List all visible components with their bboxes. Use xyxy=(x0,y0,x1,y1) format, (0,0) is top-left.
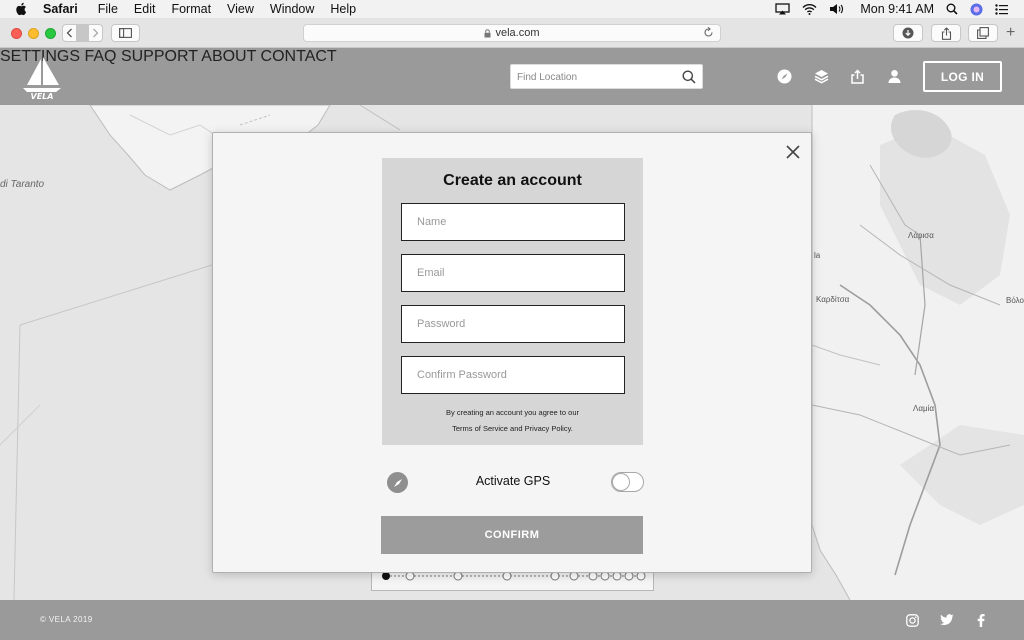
menu-view[interactable]: View xyxy=(227,2,254,16)
name-input[interactable] xyxy=(402,204,624,240)
menu-format[interactable]: Format xyxy=(171,2,211,16)
spotlight-icon[interactable] xyxy=(946,3,958,15)
menubar-app-name[interactable]: Safari xyxy=(43,2,78,16)
gps-toggle-knob xyxy=(612,473,630,491)
name-field xyxy=(401,203,625,241)
map-label-lamia: Λαμία xyxy=(913,404,934,413)
tabs-icon xyxy=(977,27,989,39)
wifi-icon[interactable] xyxy=(802,3,817,15)
download-icon xyxy=(902,27,914,39)
modal-title: Create an account xyxy=(443,172,582,189)
back-button[interactable] xyxy=(63,28,76,38)
safari-toolbar: vela.com + xyxy=(0,18,1024,48)
login-button[interactable]: LOG IN xyxy=(923,61,1002,92)
site-footer: © VELA 2019 xyxy=(0,600,1024,640)
copyright-text: © VELA 2019 xyxy=(40,615,93,624)
email-input[interactable] xyxy=(402,255,624,291)
compass-icon[interactable] xyxy=(776,68,792,84)
map-label-larisa: Λάρισα xyxy=(908,231,934,240)
menu-edit[interactable]: Edit xyxy=(134,2,156,16)
map-label-karditsa: Καρδίτσα xyxy=(816,295,850,304)
window-close-button[interactable] xyxy=(11,28,22,39)
window-minimize-button[interactable] xyxy=(28,28,39,39)
map-label-taranto: di Taranto xyxy=(0,179,45,190)
confirm-button[interactable]: CONFIRM xyxy=(381,516,643,554)
gps-compass-icon xyxy=(387,472,408,493)
create-account-modal: Create an account By creating an account… xyxy=(212,132,812,573)
menubar-clock[interactable]: Mon 9:41 AM xyxy=(860,2,934,16)
menu-window[interactable]: Window xyxy=(270,2,314,16)
terms-line-2[interactable]: Terms of Service and Privacy Policy. xyxy=(382,421,643,437)
volume-icon[interactable] xyxy=(829,3,844,15)
password-field xyxy=(401,305,625,343)
browser-share-button[interactable] xyxy=(931,24,961,42)
chevron-right-icon xyxy=(93,28,99,38)
share-icon xyxy=(941,26,951,40)
nav-faq[interactable]: FAQ xyxy=(84,48,116,65)
url-text: vela.com xyxy=(495,27,540,39)
confirm-password-input[interactable] xyxy=(402,357,624,393)
gps-toggle[interactable] xyxy=(611,472,644,492)
map-label-volos: Βόλο xyxy=(1006,296,1024,305)
window-zoom-button[interactable] xyxy=(45,28,56,39)
nav-about[interactable]: ABOUT xyxy=(201,48,256,65)
sidebar-icon xyxy=(119,28,132,38)
close-icon[interactable] xyxy=(784,143,802,161)
forward-button[interactable] xyxy=(89,28,102,38)
menu-file[interactable]: File xyxy=(98,2,118,16)
facebook-icon[interactable] xyxy=(974,613,988,627)
terms-line-1: By creating an account you agree to our xyxy=(445,408,579,417)
share-icon[interactable] xyxy=(849,68,865,84)
back-forward-buttons xyxy=(62,24,103,42)
activate-gps-label: Activate GPS xyxy=(475,474,551,488)
downloads-button[interactable] xyxy=(893,24,923,42)
email-field xyxy=(401,254,625,292)
map-label-la: la xyxy=(814,251,821,260)
new-tab-icon[interactable]: + xyxy=(1006,25,1015,41)
lock-icon xyxy=(484,28,491,38)
search-icon[interactable] xyxy=(682,70,696,89)
tab-overview-button[interactable] xyxy=(968,24,998,42)
menu-help[interactable]: Help xyxy=(330,2,356,16)
macos-menubar: Safari File Edit Format View Window Help… xyxy=(0,0,1024,18)
password-input[interactable] xyxy=(402,306,624,342)
twitter-icon[interactable] xyxy=(940,613,954,627)
nav-contact[interactable]: CONTACT xyxy=(261,48,337,65)
user-icon[interactable] xyxy=(886,68,902,84)
apple-icon[interactable] xyxy=(15,2,29,16)
search-input[interactable] xyxy=(517,69,677,85)
airplay-icon[interactable] xyxy=(775,3,790,15)
site-header: VELA SETTINGS FAQ SUPPORT ABOUT CONTACT … xyxy=(0,48,1024,105)
logo-text: VELA xyxy=(31,92,54,100)
vela-logo[interactable]: VELA xyxy=(20,54,64,101)
address-bar[interactable]: vela.com xyxy=(303,24,721,42)
nav-support[interactable]: SUPPORT xyxy=(121,48,198,65)
instagram-icon[interactable] xyxy=(905,613,919,627)
find-location-search xyxy=(510,64,703,89)
reload-icon[interactable] xyxy=(703,27,714,38)
notification-center-icon[interactable] xyxy=(995,3,1008,15)
terms-notice: By creating an account you agree to our … xyxy=(382,405,643,437)
siri-icon[interactable] xyxy=(970,3,983,16)
signup-form: Create an account By creating an account… xyxy=(382,158,643,445)
chevron-left-icon xyxy=(66,28,72,38)
sidebar-toggle-button[interactable] xyxy=(111,24,140,42)
layers-icon[interactable] xyxy=(813,68,829,84)
confirm-password-field xyxy=(401,356,625,394)
